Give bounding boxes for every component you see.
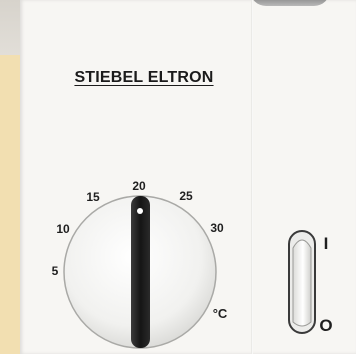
thermostat-knob[interactable] (63, 195, 217, 349)
switch-rocker[interactable] (292, 239, 312, 327)
unit-label: °C (213, 306, 228, 321)
switch-on-label: I (324, 234, 329, 253)
scale-label-15: 15 (86, 190, 100, 204)
controls-layer: 5 10 15 20 25 30 °C I O (52, 179, 333, 349)
power-switch[interactable] (288, 230, 316, 334)
knob-grip[interactable] (131, 196, 150, 348)
scale-label-20: 20 (132, 179, 146, 193)
scale-label-30: 30 (210, 221, 224, 235)
scale-label-5: 5 (52, 264, 59, 278)
scale-label-25: 25 (179, 189, 193, 203)
scale-label-10: 10 (56, 222, 70, 236)
knob-indicator-dot (137, 208, 143, 214)
switch-off-label: O (319, 316, 332, 335)
